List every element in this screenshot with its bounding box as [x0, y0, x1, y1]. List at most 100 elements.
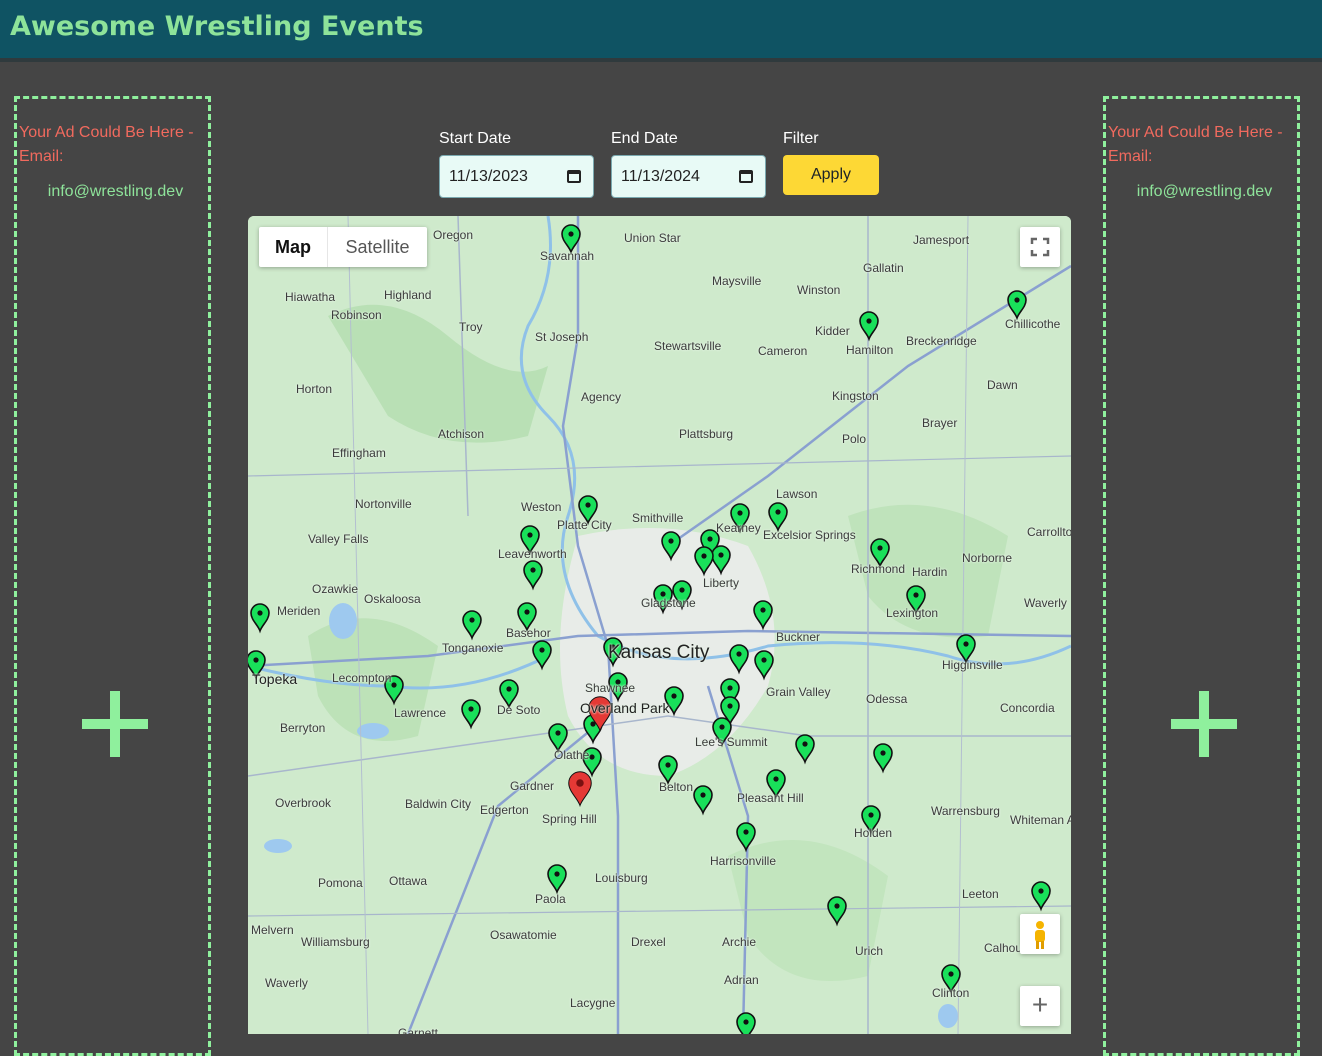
events-map[interactable]: Oregon Savannah Union Star Jamesport Maysvil…: [248, 216, 1071, 1034]
map-city-label: Liberty: [703, 576, 740, 590]
map-city-label: Melvern: [251, 923, 294, 937]
map-city-label: Adrian: [724, 973, 759, 987]
map-city-label: Horton: [296, 382, 333, 396]
map-city-label: Lexington: [886, 606, 939, 620]
map-city-label: Drexel: [631, 935, 666, 949]
start-date-label: Start Date: [439, 130, 512, 147]
map-city-label: Clinton: [932, 986, 970, 1000]
map-city-label: Spring Hill: [542, 812, 597, 826]
map-city-label: Shawnee: [585, 681, 636, 695]
map-type-map-button[interactable]: Map: [259, 227, 328, 267]
map-city-label: Kingston: [832, 389, 879, 403]
ad-email[interactable]: info@wrestling.dev: [17, 183, 214, 201]
start-date-value: 11/13/2023: [449, 168, 528, 185]
end-date-value: 11/13/2024: [621, 168, 700, 185]
map-city-label: Polo: [842, 432, 867, 446]
map-city-label: Ozawkie: [312, 582, 359, 596]
map-city-label: Hardin: [912, 565, 948, 579]
map-city-label: Hiawatha: [285, 290, 336, 304]
map-city-label: Valley Falls: [308, 532, 369, 546]
map-city-label: Leavenworth: [498, 547, 567, 561]
map-city-label: Plattsburg: [679, 427, 734, 441]
map-city-label: Kearney: [716, 521, 761, 535]
map-city-label: Garnett: [398, 1026, 439, 1034]
map-city-label: Louisburg: [595, 871, 648, 885]
map-city-label: Overbrook: [275, 796, 332, 810]
map-city-label: Harrisonville: [710, 854, 777, 868]
map-city-label: Weston: [521, 500, 562, 514]
map-city-label: Brayer: [922, 416, 958, 430]
map-city-label: Holden: [854, 826, 893, 840]
map-city-label: Lecompton: [332, 671, 392, 685]
map-city-label: Basehor: [506, 626, 551, 640]
map-city-label: Urich: [855, 944, 884, 958]
map-city-label: Richmond: [851, 562, 906, 576]
map-city-label: Lacygne: [570, 996, 616, 1010]
map-city-label: Robinson: [331, 308, 382, 322]
map-city-label: Meriden: [277, 604, 321, 618]
fullscreen-icon: [1030, 237, 1050, 257]
map-city-label: Chillicothe: [1005, 317, 1061, 331]
map-city-label: Union Star: [624, 231, 681, 245]
map-city-label: Odessa: [866, 692, 908, 706]
event-marker[interactable]: [736, 1012, 756, 1034]
map-city-label: Waverly: [265, 976, 308, 990]
map-type-satellite-button[interactable]: Satellite: [328, 227, 427, 267]
map-city-label: Williamsburg: [301, 935, 370, 949]
ad-panel-left[interactable]: Your Ad Could Be Here - Email: info@wres…: [14, 96, 211, 1056]
map-city-label: Effingham: [332, 446, 386, 460]
map-city-label: Atchison: [438, 427, 485, 441]
map-city-label: Maysville: [712, 274, 762, 288]
ad-text: Your Ad Could Be Here - Email:: [1108, 124, 1283, 165]
map-city-label: Warrensburg: [931, 804, 1000, 818]
map-type-control[interactable]: Map Satellite: [259, 227, 427, 267]
map-city-label: Smithville: [632, 511, 684, 525]
start-date-input[interactable]: 11/13/2023: [439, 155, 594, 198]
map-city-label: Tonganoxie: [442, 641, 504, 655]
map-city-label: Leeton: [962, 887, 999, 901]
ad-email[interactable]: info@wrestling.dev: [1106, 183, 1303, 201]
map-city-label: Grain Valley: [766, 685, 831, 699]
app-title: Awesome Wrestling Events: [10, 11, 424, 42]
map-city-label: Excelsior Springs: [763, 528, 856, 542]
calendar-icon[interactable]: [739, 170, 753, 183]
map-city-label: Lawrence: [394, 706, 447, 720]
map-city-label: Pleasant Hill: [737, 791, 804, 805]
plus-icon[interactable]: [1171, 691, 1237, 757]
map-city-label: Gallatin: [863, 261, 904, 275]
map-city-label: Dawn: [987, 378, 1018, 392]
map-city-label: Platte City: [557, 518, 612, 532]
map-city-label: Oskaloosa: [364, 592, 421, 606]
map-city-label: Lawson: [776, 487, 818, 501]
map-city-label: Kansas City: [608, 642, 710, 663]
map-city-label: Topeka: [252, 671, 298, 687]
map-city-label: Waverly: [1024, 596, 1067, 610]
calendar-icon[interactable]: [567, 170, 581, 183]
map-city-label: Baldwin City: [405, 797, 472, 811]
map-city-label: Pomona: [318, 876, 363, 890]
map-city-label: Cameron: [758, 344, 808, 358]
map-city-label: Troy: [459, 320, 483, 334]
map-city-label: Oregon: [433, 228, 474, 242]
filter-label: Filter: [783, 130, 819, 147]
map-city-label: Agency: [581, 390, 622, 404]
pegman-icon: [1035, 921, 1045, 949]
end-date-label: End Date: [611, 130, 678, 147]
map-city-label: Jamesport: [913, 233, 970, 247]
map-city-label: Osawatomie: [490, 928, 557, 942]
map-city-label: Norborne: [962, 551, 1013, 565]
plus-icon[interactable]: [82, 691, 148, 757]
ad-text: Your Ad Could Be Here - Email:: [19, 124, 194, 165]
apply-button[interactable]: Apply: [783, 155, 879, 195]
street-view-button[interactable]: [1020, 914, 1060, 954]
zoom-in-button[interactable]: +: [1020, 986, 1060, 1026]
map-city-label: Lee's Summit: [695, 735, 768, 749]
ad-panel-right[interactable]: Your Ad Could Be Here - Email: info@wres…: [1103, 96, 1300, 1056]
end-date-input[interactable]: 11/13/2024: [611, 155, 766, 198]
map-city-label: Berryton: [280, 721, 326, 735]
map-city-label: Olathe: [554, 748, 590, 762]
map-city-label: Savannah: [540, 249, 595, 263]
map-city-label: De Soto: [497, 703, 541, 717]
fullscreen-button[interactable]: [1020, 227, 1060, 267]
map-city-label: Carrollton: [1027, 525, 1071, 539]
